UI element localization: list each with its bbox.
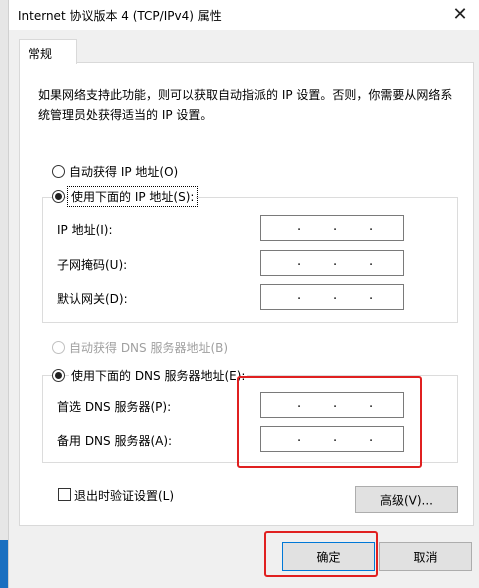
manual-ip-label[interactable]: 使用下面的 IP 地址(S): bbox=[66, 186, 199, 207]
description-text: 如果网络支持此功能，则可以获取自动指派的 IP 设置。否则，你需要从网络系统管理… bbox=[38, 88, 453, 122]
alternate-dns-label: 备用 DNS 服务器(A): bbox=[57, 434, 173, 448]
cancel-button[interactable]: 取消 bbox=[379, 542, 472, 571]
close-icon[interactable]: ✕ bbox=[449, 4, 471, 26]
subnet-mask-label: 子网掩码(U): bbox=[57, 258, 128, 272]
preferred-dns-label: 首选 DNS 服务器(P): bbox=[57, 400, 172, 414]
validate-checkbox[interactable] bbox=[58, 488, 71, 501]
tab-general[interactable]: 常规 bbox=[19, 39, 77, 64]
auto-dns-label[interactable]: 自动获得 DNS 服务器地址(B) bbox=[69, 339, 228, 356]
auto-ip-label[interactable]: 自动获得 IP 地址(O) bbox=[69, 163, 178, 180]
auto-dns-radio[interactable] bbox=[52, 341, 65, 354]
manual-dns-radio[interactable] bbox=[52, 369, 65, 382]
auto-ip-radio[interactable] bbox=[52, 165, 65, 178]
title-bar: Internet 协议版本 4 (TCP/IPv4) 属性 ✕ bbox=[9, 0, 479, 30]
ok-highlight-box bbox=[264, 531, 378, 577]
dns-highlight-box bbox=[237, 376, 422, 468]
validate-label[interactable]: 退出时验证设置(L) bbox=[74, 487, 174, 504]
advanced-button[interactable]: 高级(V)... bbox=[355, 486, 458, 513]
manual-ip-radio[interactable] bbox=[52, 190, 65, 203]
ipv4-properties-dialog: Internet 协议版本 4 (TCP/IPv4) 属性 ✕ 常规 如果网络支… bbox=[8, 0, 479, 588]
subnet-mask-input[interactable]: . . . bbox=[260, 250, 404, 276]
window-title: Internet 协议版本 4 (TCP/IPv4) 属性 bbox=[18, 9, 222, 23]
default-gateway-label: 默认网关(D): bbox=[57, 292, 128, 306]
tab-general-label: 常规 bbox=[28, 47, 53, 61]
ip-address-label: IP 地址(I): bbox=[57, 223, 113, 237]
ip-address-input[interactable]: . . . bbox=[260, 215, 404, 241]
manual-dns-label[interactable]: 使用下面的 DNS 服务器地址(E): bbox=[69, 367, 248, 384]
default-gateway-input[interactable]: . . . bbox=[260, 284, 404, 310]
